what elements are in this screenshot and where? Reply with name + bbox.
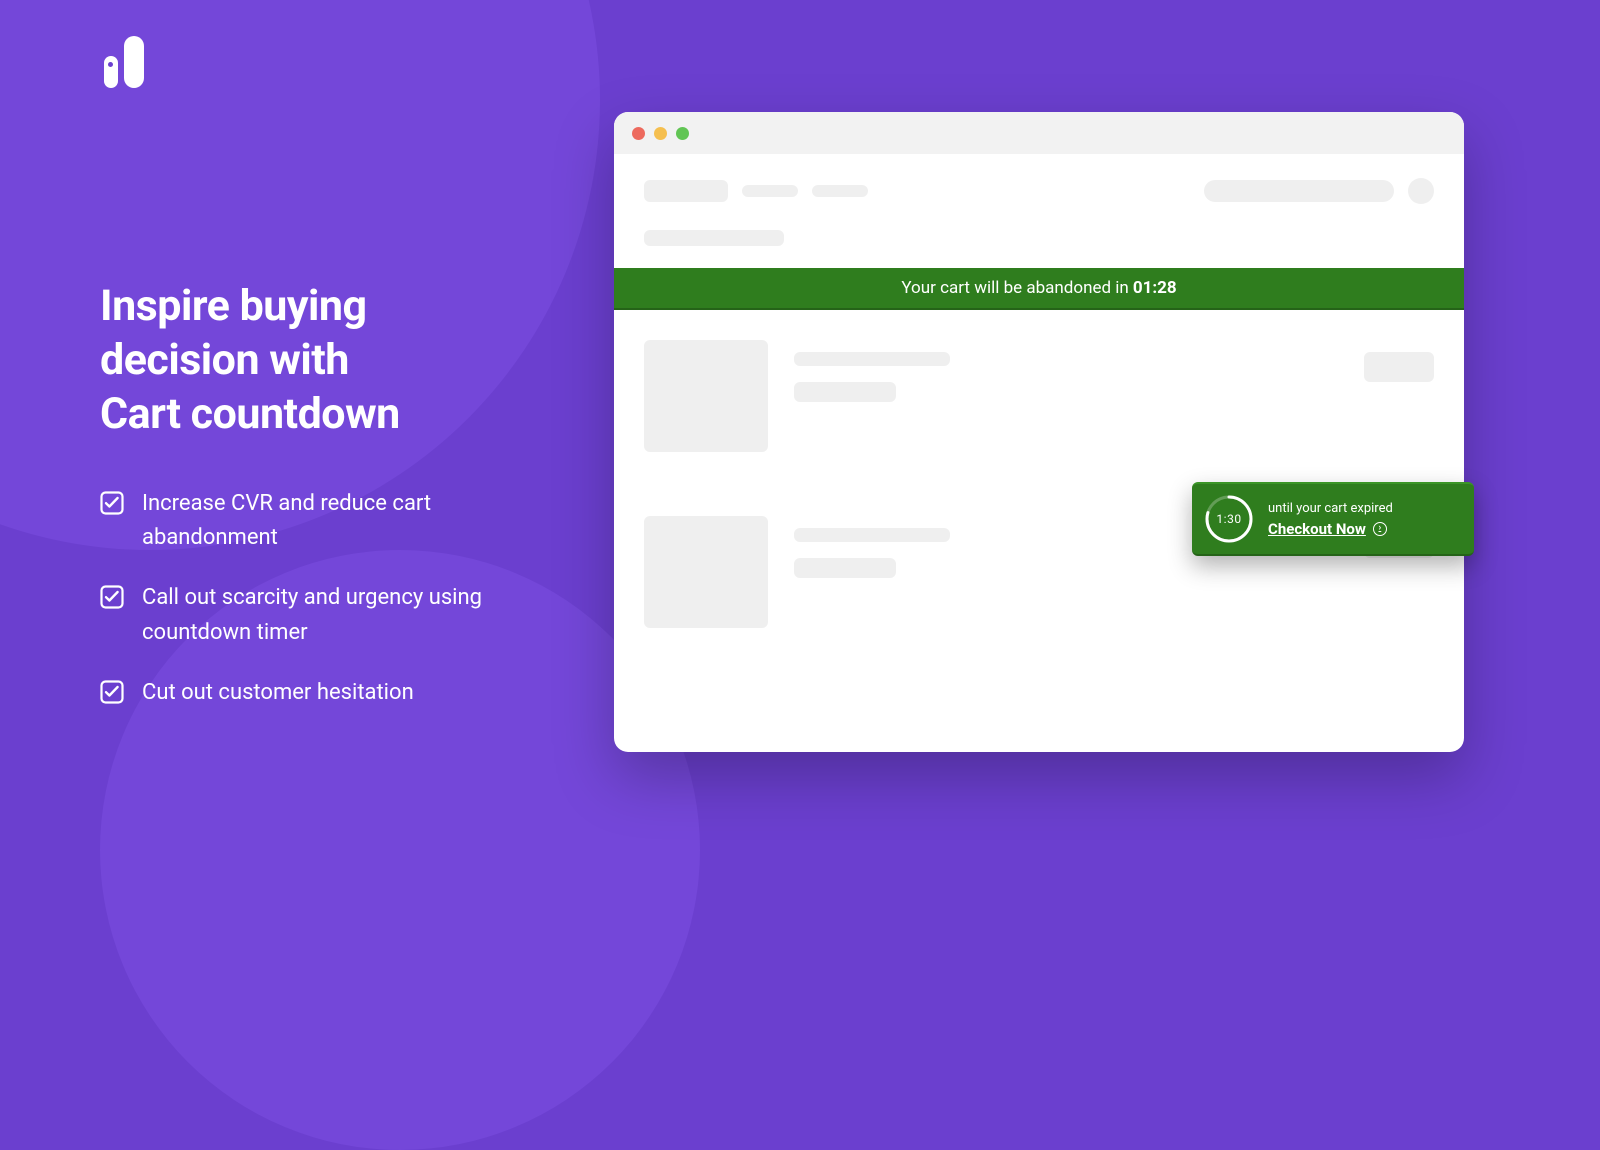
placeholder-price bbox=[1364, 352, 1434, 382]
placeholder-product-thumb bbox=[644, 340, 768, 452]
window-close-dot bbox=[632, 127, 645, 140]
check-icon bbox=[100, 491, 124, 515]
placeholder-product-thumb bbox=[644, 516, 768, 628]
feature-item: Call out scarcity and urgency using coun… bbox=[100, 581, 560, 649]
feature-text: Call out scarcity and urgency using coun… bbox=[142, 581, 560, 649]
placeholder-nav bbox=[812, 185, 868, 197]
placeholder-logo bbox=[644, 180, 728, 202]
banner-text: Your cart will be abandoned in bbox=[901, 278, 1128, 298]
placeholder-line bbox=[794, 528, 950, 542]
headline: Inspire buying decision with Cart countd… bbox=[100, 280, 560, 441]
placeholder-page-title bbox=[644, 230, 784, 246]
cart-row-placeholder bbox=[644, 310, 1434, 462]
placeholder-avatar bbox=[1408, 178, 1434, 204]
placeholder-line bbox=[794, 558, 896, 578]
widget-subtext: until your cart expired bbox=[1268, 501, 1458, 516]
brand-logo bbox=[104, 36, 144, 88]
site-topbar-placeholder bbox=[614, 154, 1464, 218]
checkout-now-link[interactable]: Checkout Now › bbox=[1268, 520, 1387, 538]
feature-text: Cut out customer hesitation bbox=[142, 676, 414, 710]
placeholder-nav bbox=[742, 185, 798, 197]
browser-window-mock: Your cart will be abandoned in 01:28 bbox=[614, 112, 1464, 752]
feature-item: Increase CVR and reduce cart abandonment bbox=[100, 487, 560, 555]
countdown-ring-icon: 1:30 bbox=[1204, 494, 1254, 544]
banner-timer: 01:28 bbox=[1133, 278, 1177, 298]
checkout-floating-widget[interactable]: 1:30 until your cart expired Checkout No… bbox=[1192, 482, 1474, 556]
window-maximize-dot bbox=[676, 127, 689, 140]
window-minimize-dot bbox=[654, 127, 667, 140]
placeholder-search bbox=[1204, 180, 1394, 202]
cart-countdown-banner: Your cart will be abandoned in 01:28 bbox=[614, 268, 1464, 310]
feature-list: Increase CVR and reduce cart abandonment… bbox=[100, 487, 560, 709]
ring-timer: 1:30 bbox=[1204, 494, 1254, 544]
feature-item: Cut out customer hesitation bbox=[100, 676, 560, 710]
window-titlebar bbox=[614, 112, 1464, 154]
placeholder-line bbox=[794, 382, 896, 402]
chevron-right-icon: › bbox=[1373, 522, 1387, 536]
feature-text: Increase CVR and reduce cart abandonment bbox=[142, 487, 560, 555]
check-icon bbox=[100, 680, 124, 704]
check-icon bbox=[100, 585, 124, 609]
placeholder-line bbox=[794, 352, 950, 366]
